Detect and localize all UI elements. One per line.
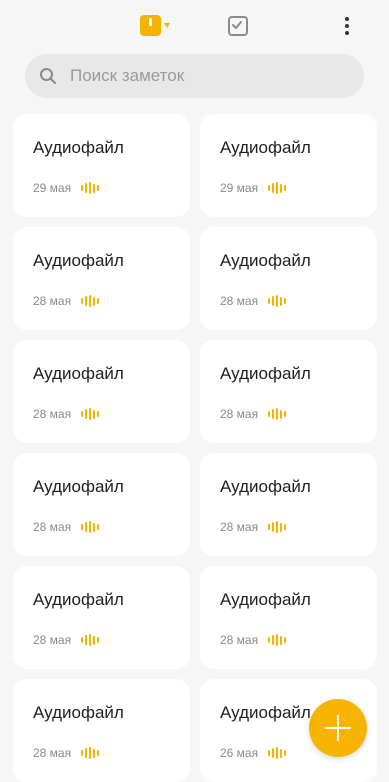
note-title: Аудиофайл <box>33 703 124 722</box>
note-title: Аудиофайл <box>220 251 311 270</box>
note-card[interactable]: Аудиофайл 29 мая <box>200 114 377 217</box>
note-meta: 28 мая <box>220 294 288 308</box>
note-title: Аудиофайл <box>220 590 311 609</box>
note-date: 28 мая <box>33 407 72 421</box>
audio-waveform-icon <box>81 408 101 420</box>
note-date: 28 мая <box>33 633 72 647</box>
audio-waveform-icon <box>81 747 101 759</box>
note-title: Аудиофайл <box>33 590 124 609</box>
note-meta: 28 мая <box>220 633 288 647</box>
note-date: 28 мая <box>33 520 72 534</box>
note-title: Аудиофайл <box>220 138 311 157</box>
note-title: Аудиофайл <box>33 138 124 157</box>
note-date: 28 мая <box>220 407 259 421</box>
note-meta: 28 мая <box>220 520 288 534</box>
note-meta: 28 мая <box>220 407 288 421</box>
note-meta: 29 мая <box>33 181 101 195</box>
note-title: Аудиофайл <box>33 364 124 383</box>
notes-folder-icon <box>140 15 161 36</box>
audio-waveform-icon <box>81 182 101 194</box>
note-title: Аудиофайл <box>220 703 311 722</box>
note-date: 28 мая <box>33 294 72 308</box>
tab-notes[interactable] <box>140 15 172 37</box>
audio-waveform-icon <box>268 295 288 307</box>
note-meta: 28 мая <box>33 407 101 421</box>
audio-waveform-icon <box>268 182 288 194</box>
note-card[interactable]: Аудиофайл 28 мая <box>200 340 377 443</box>
note-title: Аудиофайл <box>33 251 124 270</box>
note-date: 28 мая <box>220 520 259 534</box>
note-date: 28 мая <box>33 746 72 760</box>
audio-waveform-icon <box>268 634 288 646</box>
note-card[interactable]: Аудиофайл 28 мая <box>13 566 190 669</box>
add-note-button[interactable] <box>309 699 367 757</box>
note-card[interactable]: Аудиофайл 29 мая <box>13 114 190 217</box>
note-meta: 28 мая <box>33 294 101 308</box>
notes-grid: Аудиофайл 29 мая Аудиофайл 29 мая Аудиофайл 2… <box>13 114 377 782</box>
audio-waveform-icon <box>268 747 288 759</box>
note-meta: 28 мая <box>33 746 101 760</box>
checkmark-icon <box>232 21 242 29</box>
more-options-button[interactable] <box>336 14 358 38</box>
note-title: Аудиофайл <box>220 477 311 496</box>
search-placeholder: Поиск заметок <box>70 66 185 85</box>
note-date: 29 мая <box>220 181 259 195</box>
note-title: Аудиофайл <box>220 364 311 383</box>
note-title: Аудиофайл <box>33 477 124 496</box>
note-meta: 28 мая <box>33 520 101 534</box>
search-input[interactable]: Поиск заметок <box>25 54 364 98</box>
search-icon <box>40 68 56 84</box>
tab-tasks[interactable] <box>227 15 249 37</box>
audio-waveform-icon <box>81 521 101 533</box>
top-bar <box>0 0 389 52</box>
note-card[interactable]: Аудиофайл 28 мая <box>200 453 377 556</box>
note-card[interactable]: Аудиофайл 28 мая <box>13 340 190 443</box>
note-card[interactable]: Аудиофайл 28 мая <box>13 679 190 782</box>
note-card[interactable]: Аудиофайл 28 мая <box>13 453 190 556</box>
note-date: 26 мая <box>220 746 259 760</box>
note-card[interactable]: Аудиофайл 28 мая <box>200 566 377 669</box>
note-card[interactable]: Аудиофайл 28 мая <box>200 227 377 330</box>
audio-waveform-icon <box>81 634 101 646</box>
note-meta: 29 мая <box>220 181 288 195</box>
note-date: 28 мая <box>220 633 259 647</box>
dropdown-caret-icon <box>164 23 170 28</box>
audio-waveform-icon <box>81 295 101 307</box>
more-vertical-icon <box>345 17 349 21</box>
note-date: 28 мая <box>220 294 259 308</box>
note-date: 29 мая <box>33 181 72 195</box>
audio-waveform-icon <box>268 408 288 420</box>
note-card[interactable]: Аудиофайл 28 мая <box>13 227 190 330</box>
note-meta: 28 мая <box>33 633 101 647</box>
note-meta: 26 мая <box>220 746 288 760</box>
audio-waveform-icon <box>268 521 288 533</box>
